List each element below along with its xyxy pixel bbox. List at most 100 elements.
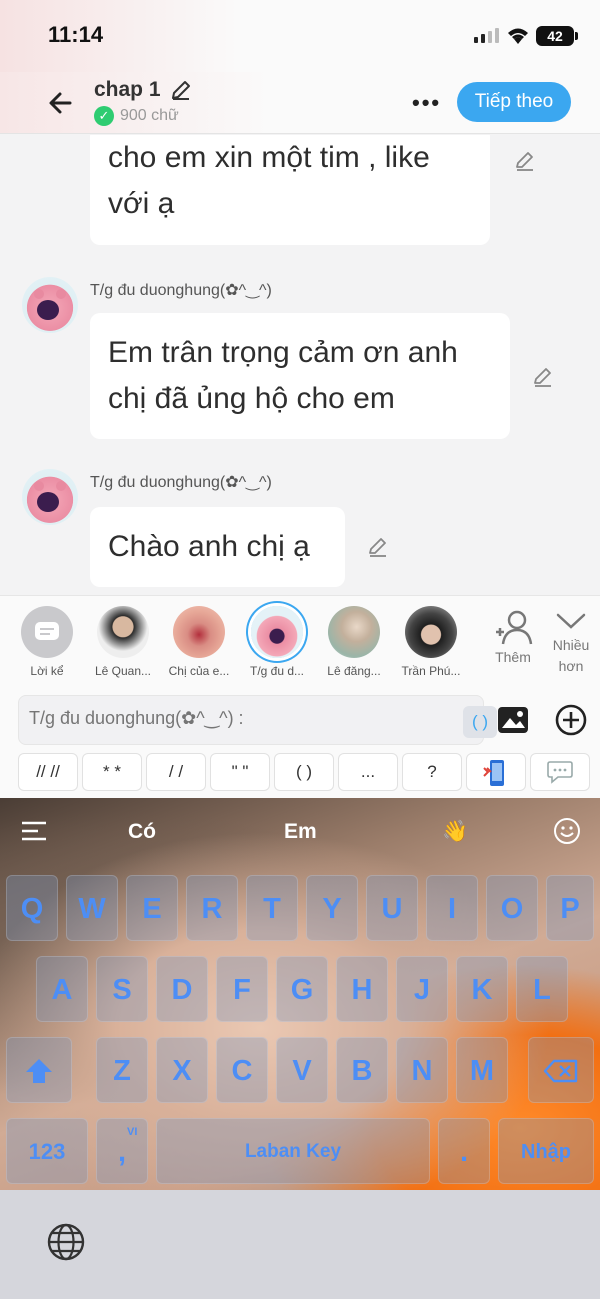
enter-key[interactable]: Nhập xyxy=(498,1118,594,1184)
key[interactable]: D xyxy=(156,956,208,1022)
comma-key[interactable]: VI , xyxy=(96,1118,148,1184)
key[interactable]: N xyxy=(396,1037,448,1103)
phone-sound-button[interactable] xyxy=(466,753,526,791)
keyboard: Có Em 👋 Q W E R T Y U I O P A S D F G H … xyxy=(0,798,600,1190)
key[interactable]: E xyxy=(126,875,178,941)
author-avatar[interactable] xyxy=(22,277,78,333)
image-icon[interactable] xyxy=(496,703,530,737)
waving-hand-emoji[interactable]: 👋 xyxy=(442,820,468,844)
symbol-button[interactable]: ( ) xyxy=(274,753,334,791)
next-button[interactable]: Tiếp theo xyxy=(457,82,571,122)
chat-bubble-button[interactable] xyxy=(530,753,590,791)
narrator-icon xyxy=(21,606,73,658)
character-item-selected[interactable]: T/g đu d... xyxy=(244,606,310,678)
character-item[interactable]: Lê Quan... xyxy=(90,606,156,678)
menu-icon[interactable] xyxy=(20,820,48,842)
status-bar: 11:14 42 xyxy=(0,0,600,72)
edit-message-icon[interactable] xyxy=(366,535,390,559)
numbers-key[interactable]: 123 xyxy=(6,1118,88,1184)
parenthesis-button[interactable]: ( ) xyxy=(463,706,497,738)
globe-icon[interactable] xyxy=(46,1222,86,1262)
message-input[interactable] xyxy=(29,708,429,729)
key[interactable]: V xyxy=(276,1037,328,1103)
character-label: T/g đu d... xyxy=(249,664,305,678)
backspace-icon xyxy=(543,1059,578,1083)
key[interactable]: B xyxy=(336,1037,388,1103)
symbol-button[interactable]: " " xyxy=(210,753,270,791)
character-avatar xyxy=(97,606,149,658)
key[interactable]: Z xyxy=(96,1037,148,1103)
key[interactable]: Q xyxy=(6,875,58,941)
back-arrow-icon[interactable] xyxy=(44,86,78,120)
cellular-signal-icon xyxy=(474,28,499,43)
key[interactable]: C xyxy=(216,1037,268,1103)
key[interactable]: U xyxy=(366,875,418,941)
shift-icon xyxy=(26,1059,52,1083)
key[interactable]: H xyxy=(336,956,388,1022)
key[interactable]: M xyxy=(456,1037,508,1103)
key[interactable]: F xyxy=(216,956,268,1022)
message-bubble[interactable]: cho em xin một tim , like với ạ xyxy=(90,135,490,245)
word-count: 900 chữ xyxy=(120,107,179,124)
key[interactable]: R xyxy=(186,875,238,941)
chevron-down-icon xyxy=(556,613,586,629)
pencil-icon[interactable] xyxy=(169,78,193,102)
character-item[interactable]: Trần Phú... xyxy=(398,606,464,678)
symbol-button[interactable]: * * xyxy=(82,753,142,791)
symbol-button[interactable]: ... xyxy=(338,753,398,791)
symbol-button[interactable]: // // xyxy=(18,753,78,791)
composer: ( ) // // * * / / " " ( ) ... ? xyxy=(0,690,600,798)
key[interactable]: J xyxy=(396,956,448,1022)
message-bubble[interactable]: Chào anh chị ạ xyxy=(90,507,345,587)
symbol-bar: // // * * / / " " ( ) ... ? xyxy=(18,753,590,791)
key[interactable]: G xyxy=(276,956,328,1022)
add-character-button[interactable]: Thêm xyxy=(488,608,538,665)
character-avatar xyxy=(251,606,303,658)
edit-message-icon[interactable] xyxy=(531,365,555,389)
suggestion-word[interactable]: Có xyxy=(128,820,156,844)
symbol-button[interactable]: ? xyxy=(402,753,462,791)
key[interactable]: W xyxy=(66,875,118,941)
key[interactable]: A xyxy=(36,956,88,1022)
add-circle-icon[interactable] xyxy=(554,703,588,737)
chapter-title[interactable]: chap 1 xyxy=(94,78,161,102)
character-label: Lê đăng... xyxy=(327,664,381,678)
message-line: chị đã ủng hộ cho em xyxy=(108,382,395,415)
symbol-button[interactable]: / / xyxy=(146,753,206,791)
space-key[interactable]: Laban Key xyxy=(156,1118,430,1184)
message-line: cho em xin một tim , like xyxy=(108,141,430,174)
more-characters-button[interactable]: Nhiều hơn xyxy=(548,610,594,677)
language-hint: VI xyxy=(127,1126,138,1138)
suggestion-word[interactable]: Em xyxy=(284,820,317,844)
key[interactable]: P xyxy=(546,875,594,941)
character-label: Lê Quan... xyxy=(94,664,152,678)
key[interactable]: L xyxy=(516,956,568,1022)
key[interactable]: S xyxy=(96,956,148,1022)
chat-area[interactable]: cho em xin một tim , like với ạ T/g đu d… xyxy=(0,135,600,595)
message-input-box[interactable]: ( ) xyxy=(18,695,497,745)
author-avatar[interactable] xyxy=(22,469,78,525)
shift-key[interactable] xyxy=(6,1037,72,1103)
edit-message-icon[interactable] xyxy=(513,149,537,173)
character-label: Lời kể xyxy=(30,664,64,678)
character-item[interactable]: Chị của e... xyxy=(166,606,232,678)
message-line: Em trân trọng cảm ơn anh xyxy=(108,336,458,369)
more-options-icon[interactable]: ••• xyxy=(412,90,441,116)
key[interactable]: Y xyxy=(306,875,358,941)
character-item[interactable]: Lê đăng... xyxy=(321,606,387,678)
key[interactable]: X xyxy=(156,1037,208,1103)
smiley-icon[interactable] xyxy=(553,817,581,845)
period-key[interactable]: . xyxy=(438,1118,490,1184)
character-narrator[interactable]: Lời kể xyxy=(14,606,80,678)
wifi-icon xyxy=(508,28,528,44)
author-name: T/g đu duonghung(✿^‿^) xyxy=(90,282,272,299)
backspace-key[interactable] xyxy=(528,1037,594,1103)
character-avatar xyxy=(328,606,380,658)
key[interactable]: T xyxy=(246,875,298,941)
key[interactable]: K xyxy=(456,956,508,1022)
key[interactable]: I xyxy=(426,875,478,941)
character-picker: Lời kể Lê Quan... Chị của e... T/g đu d.… xyxy=(0,595,600,690)
message-bubble[interactable]: Em trân trọng cảm ơn anh chị đã ủng hộ c… xyxy=(90,313,510,439)
check-icon: ✓ xyxy=(94,106,114,126)
key[interactable]: O xyxy=(486,875,538,941)
